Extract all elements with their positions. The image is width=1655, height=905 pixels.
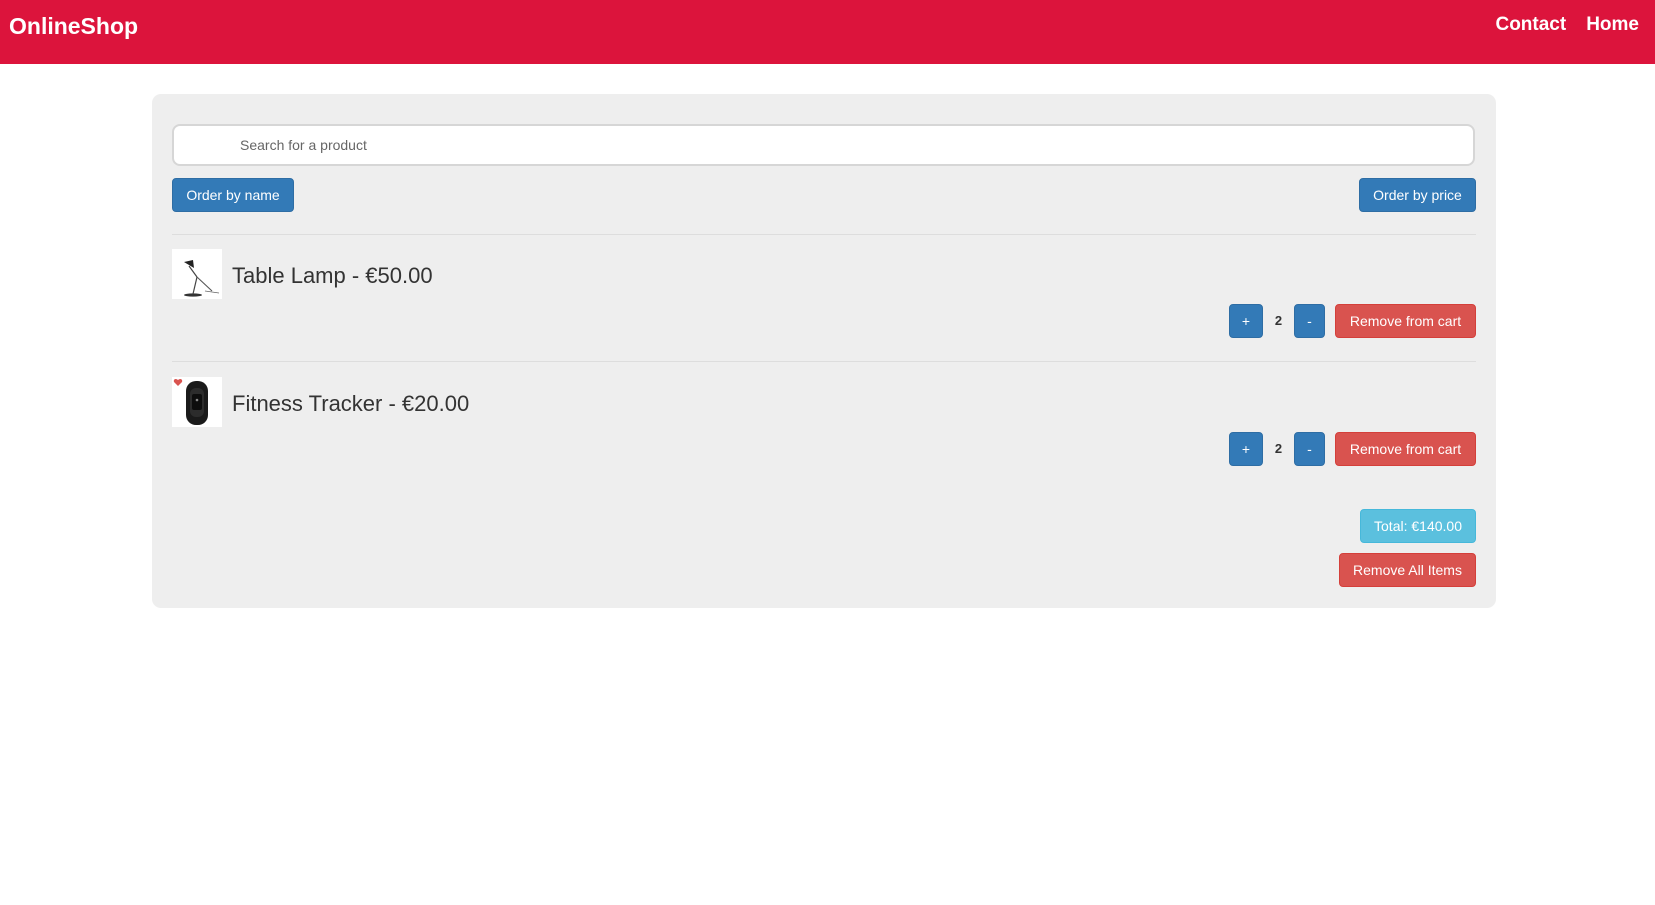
- table-lamp-icon: [184, 260, 220, 297]
- search-wrapper: [172, 124, 1475, 166]
- decrease-quantity-button[interactable]: -: [1294, 432, 1325, 466]
- divider: [172, 361, 1476, 362]
- search-input[interactable]: [172, 124, 1475, 166]
- order-by-price-button[interactable]: Order by price: [1359, 178, 1476, 212]
- order-by-name-button[interactable]: Order by name: [172, 178, 294, 212]
- quantity-value: 2: [1274, 313, 1283, 328]
- remove-from-cart-button[interactable]: Remove from cart: [1335, 432, 1476, 466]
- fitness-tracker-icon: [173, 378, 208, 425]
- remove-from-cart-button[interactable]: Remove from cart: [1335, 304, 1476, 338]
- fitness-tracker-image: [172, 377, 222, 427]
- cart-item: Table Lamp - €50.00 + 2 - Remove from ca…: [172, 249, 1476, 359]
- table-lamp-image: [172, 249, 222, 299]
- nav-link-home[interactable]: Home: [1586, 13, 1639, 37]
- increase-quantity-button[interactable]: +: [1229, 432, 1263, 466]
- item-title: Table Lamp - €50.00: [232, 263, 433, 288]
- cart-item: Fitness Tracker - €20.00 + 2 - Remove fr…: [172, 377, 1476, 487]
- quantity-value: 2: [1274, 441, 1283, 456]
- cart-panel: Order by name Order by price Table Lamp …: [152, 94, 1496, 608]
- item-title: Fitness Tracker - €20.00: [232, 391, 470, 416]
- decrease-quantity-button[interactable]: -: [1294, 304, 1325, 338]
- brand-logo-link[interactable]: OnlineShop: [9, 12, 138, 40]
- nav-links: Contact Home: [1495, 13, 1639, 37]
- nav-link-contact[interactable]: Contact: [1495, 13, 1566, 37]
- increase-quantity-button[interactable]: +: [1229, 304, 1263, 338]
- divider: [172, 234, 1476, 235]
- remove-all-items-button[interactable]: Remove All Items: [1339, 553, 1476, 587]
- cart-total-button[interactable]: Total: €140.00: [1360, 509, 1476, 543]
- top-navbar: OnlineShop Contact Home: [0, 0, 1655, 64]
